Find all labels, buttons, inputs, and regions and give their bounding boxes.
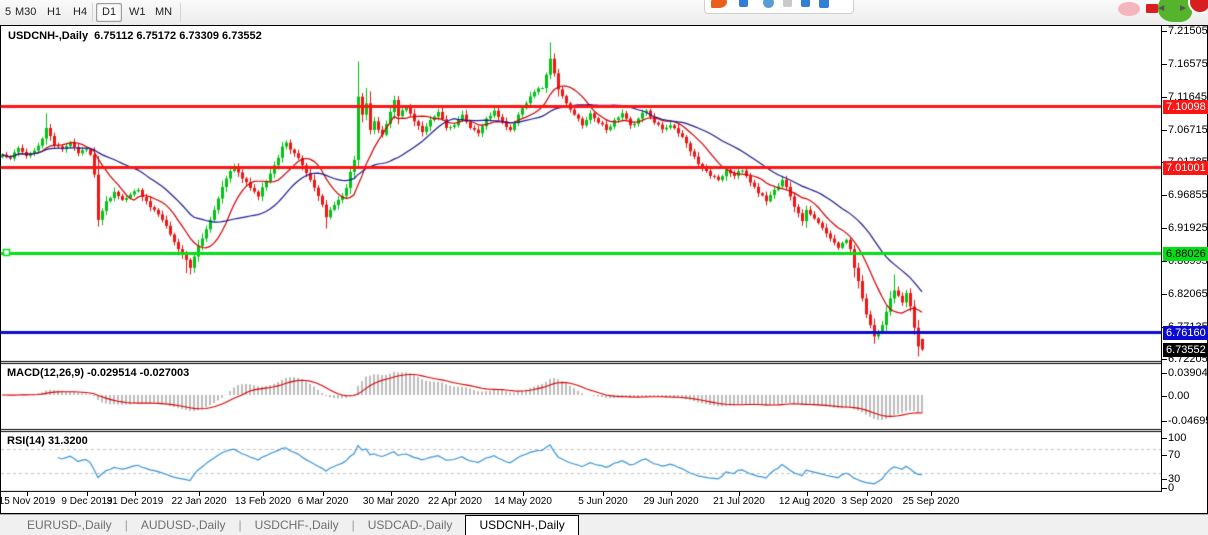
date-tick-label: 22 Apr 2020 bbox=[428, 496, 482, 507]
social-icon bbox=[763, 0, 774, 8]
macd-axis-tick bbox=[1162, 421, 1167, 422]
date-tick-label: 14 May 2020 bbox=[494, 496, 552, 507]
rsi-indicator-label: RSI(14) 31.3200 bbox=[7, 435, 88, 447]
price-tick bbox=[1162, 261, 1167, 262]
rsi-axis-label: 100 bbox=[1168, 432, 1186, 444]
share-widget[interactable] bbox=[704, 0, 854, 14]
share-icon bbox=[711, 0, 727, 8]
price-tick bbox=[1162, 64, 1167, 65]
price-badge-support-blue: 6.76160 bbox=[1163, 326, 1208, 340]
macd-axis-tick bbox=[1162, 373, 1167, 374]
price-badge-current-price: 6.73552 bbox=[1163, 343, 1208, 357]
price-chart-canvas[interactable] bbox=[1, 26, 1161, 492]
date-tick-label: 15 Nov 2019 bbox=[0, 496, 55, 507]
rsi-axis-tick bbox=[1162, 438, 1167, 439]
pink-blob-icon bbox=[1118, 2, 1140, 16]
price-tick-label: 7.06715 bbox=[1168, 124, 1208, 136]
timeframe-button-d1[interactable]: D1 bbox=[96, 3, 122, 22]
tab-usdcad[interactable]: USDCAD-,Daily bbox=[355, 515, 466, 535]
doc-icon bbox=[783, 0, 792, 7]
social-icon bbox=[819, 0, 829, 8]
price-badge-support-green: 6.88026 bbox=[1163, 247, 1208, 261]
date-tick-label: 13 Feb 2020 bbox=[235, 496, 291, 507]
rsi-axis-label: 70 bbox=[1168, 449, 1180, 461]
price-badge-resistance-lower: 7.01001 bbox=[1163, 161, 1208, 175]
price-tick-label: 6.91925 bbox=[1168, 222, 1208, 234]
price-tick bbox=[1162, 294, 1167, 295]
price-tick-label: 7.21505 bbox=[1168, 25, 1208, 37]
timeframe-toolbar: 5M30H1H4D1W1MN bbox=[0, 0, 1208, 26]
date-tick-label: 30 Mar 2020 bbox=[363, 496, 419, 507]
rsi-axis-tick bbox=[1162, 479, 1167, 480]
toolbar-divider bbox=[92, 3, 93, 22]
price-tick bbox=[1162, 359, 1167, 360]
price-tick-label: 7.16575 bbox=[1168, 58, 1208, 70]
social-icon bbox=[801, 0, 810, 7]
macd-axis-label: 0.00 bbox=[1168, 390, 1189, 402]
tab-usdcnh[interactable]: USDCNH-,Daily bbox=[465, 515, 578, 535]
date-tick-label: 31 Dec 2019 bbox=[107, 496, 164, 507]
timeframe-button-w1[interactable]: W1 bbox=[124, 4, 151, 21]
date-tick-label: 22 Jan 2020 bbox=[171, 496, 226, 507]
macd-axis-label: 0.039044 bbox=[1168, 367, 1208, 379]
tab-eurusd[interactable]: EURUSD-,Daily bbox=[14, 515, 125, 535]
date-tick-label: 6 Mar 2020 bbox=[298, 496, 349, 507]
rsi-axis-tick bbox=[1162, 488, 1167, 489]
chart-window: USDCNH-,Daily 6.75112 6.75172 6.73309 6.… bbox=[0, 25, 1208, 514]
timeframe-button-h1[interactable]: H1 bbox=[42, 4, 66, 21]
tab-audusd[interactable]: AUDUSD-,Daily bbox=[128, 515, 239, 535]
tab-scroll-arrows[interactable]: ◄► bbox=[1156, 3, 1200, 14]
price-tick bbox=[1162, 130, 1167, 131]
price-tick bbox=[1162, 228, 1167, 229]
date-tick-label: 5 Jun 2020 bbox=[578, 496, 628, 507]
tab-usdchf[interactable]: USDCHF-,Daily bbox=[242, 515, 352, 535]
price-tick bbox=[1162, 97, 1167, 98]
date-tick-label: 3 Sep 2020 bbox=[841, 496, 892, 507]
date-tick-label: 29 Jun 2020 bbox=[643, 496, 698, 507]
price-tick-label: 6.96855 bbox=[1168, 189, 1208, 201]
timeframe-button-h4[interactable]: H4 bbox=[68, 4, 92, 21]
symbol-tab-bar: EURUSD-,Daily|AUDUSD-,Daily|USDCHF-,Dail… bbox=[0, 514, 1208, 535]
toolbar-divider bbox=[180, 3, 181, 22]
date-axis[interactable]: 15 Nov 2019 9 Dec 201931 Dec 2019 22 Jan 2… bbox=[1, 492, 1205, 511]
mt4-chart-screen: 5M30H1H4D1W1MN USDCNH-,Daily 6.75112 6.7… bbox=[0, 0, 1208, 535]
macd-indicator-label: MACD(12,26,9) -0.029514 -0.027003 bbox=[7, 367, 189, 379]
date-tick-label: 9 Dec 2019 bbox=[61, 496, 112, 507]
macd-axis-label: -0.046959 bbox=[1168, 415, 1208, 427]
timeframe-button-mn[interactable]: MN bbox=[150, 4, 177, 21]
macd-axis-tick bbox=[1162, 396, 1167, 397]
price-tick bbox=[1162, 31, 1167, 32]
price-tick bbox=[1162, 195, 1167, 196]
price-tick-label: 6.82065 bbox=[1168, 288, 1208, 300]
axis-separator bbox=[1161, 26, 1162, 492]
date-tick-label: 21 Jul 2020 bbox=[713, 496, 765, 507]
rsi-axis-tick bbox=[1162, 455, 1167, 456]
timeframe-button-m30[interactable]: M30 bbox=[10, 4, 41, 21]
date-tick-label: 25 Sep 2020 bbox=[903, 496, 960, 507]
social-icon bbox=[739, 0, 748, 7]
price-badge-resistance-upper: 7.10098 bbox=[1163, 100, 1208, 114]
date-tick-label: 12 Aug 2020 bbox=[779, 496, 835, 507]
chart-title: USDCNH-,Daily 6.75112 6.75172 6.73309 6.… bbox=[8, 30, 262, 42]
